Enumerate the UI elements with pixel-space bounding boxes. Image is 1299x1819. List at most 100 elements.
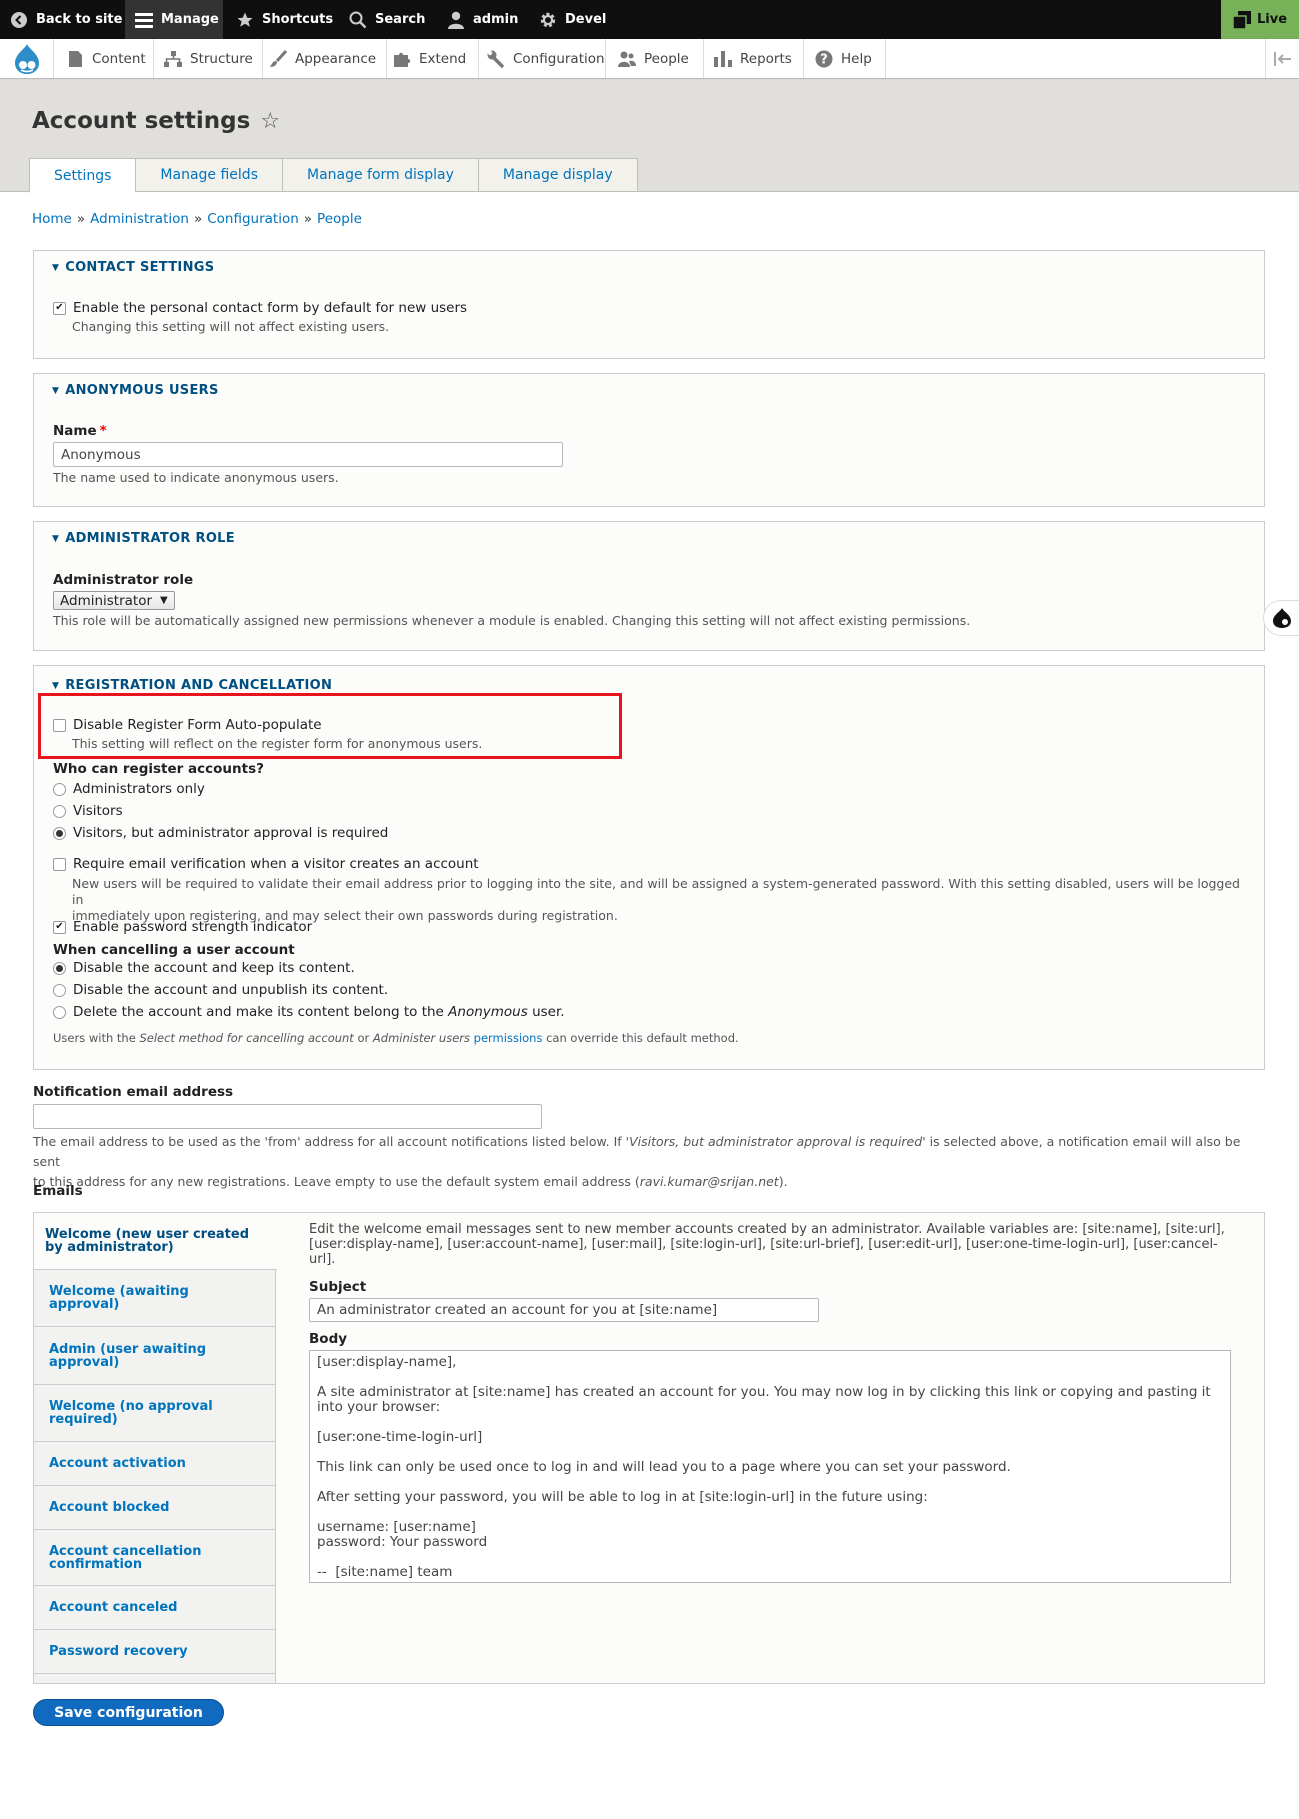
wrench-icon [487, 50, 505, 68]
side-drupal-drop-icon[interactable] [1263, 600, 1299, 636]
tray-item-appearance[interactable]: Appearance [263, 39, 387, 78]
search-label: Search [375, 12, 426, 27]
shortcuts-toggle[interactable]: Shortcuts [236, 0, 333, 39]
register-option-visitors-approval[interactable]: Visitors, but administrator approval is … [53, 825, 388, 841]
email-intro-description: Edit the welcome email messages sent to … [309, 1222, 1225, 1267]
cancel-desc-or: or [357, 1031, 370, 1045]
user-toggle[interactable]: admin [447, 0, 518, 39]
notification-email-input[interactable] [33, 1104, 542, 1129]
live-workspace-button[interactable]: Live [1221, 0, 1299, 39]
email-pane: Edit the welcome email messages sent to … [309, 1222, 1244, 1267]
cancel-method-description: Users with the Select method for cancell… [53, 1031, 739, 1045]
email-verification-description: New users will be required to validate t… [72, 876, 1252, 924]
shortcuts-label: Shortcuts [262, 12, 334, 27]
cancel-option-reassign[interactable]: Delete the account and make its content … [53, 1004, 565, 1020]
tab-manage-form-display[interactable]: Manage form display [281, 158, 478, 192]
tray-item-help[interactable]: ? Help [804, 39, 886, 78]
tray-item-label: Reports [740, 50, 792, 67]
notification-email-description: The email address to be used as the 'fro… [33, 1132, 1268, 1192]
cancel-radio[interactable] [53, 983, 66, 997]
breadcrumb: Home» Administration» Configuration» People [32, 211, 362, 227]
email-verification-label: Require email verification when a visito… [73, 856, 479, 872]
tray-item-reports[interactable]: Reports [704, 39, 804, 78]
drupal-logo-icon[interactable] [0, 39, 54, 78]
tray-item-label: Structure [190, 50, 253, 67]
cancel-option-block[interactable]: Disable the account and keep its content… [53, 960, 355, 976]
permissions-link[interactable]: permissions [474, 1031, 543, 1045]
email-subject-label: Subject [309, 1279, 367, 1295]
administrator-role-select[interactable]: Administrator ▼ [53, 591, 175, 610]
tray-orientation-toggle[interactable] [1265, 39, 1299, 78]
devel-label: Devel [565, 12, 607, 27]
email-tab-account-activation[interactable]: Account activation [34, 1442, 276, 1486]
administrator-role-fieldset: Administrator role Administrator role Ad… [33, 521, 1265, 651]
save-configuration-button[interactable]: Save configuration [33, 1699, 224, 1726]
breadcrumb-configuration[interactable]: Configuration [207, 211, 299, 227]
contact-settings-legend[interactable]: Contact settings [52, 260, 214, 275]
breadcrumb-home[interactable]: Home [32, 211, 72, 227]
tray-item-configuration[interactable]: Configuration [479, 39, 606, 78]
tab-manage-fields[interactable]: Manage fields [135, 158, 282, 192]
register-option-label: Visitors, but administrator approval is … [73, 825, 389, 841]
tray-item-label: Help [841, 50, 872, 67]
tab-settings[interactable]: Settings [29, 158, 136, 193]
tray-item-label: People [644, 50, 689, 67]
email-subject-input[interactable] [309, 1298, 819, 1322]
anonymous-name-input[interactable] [53, 442, 563, 467]
email-body-textarea[interactable]: [user:display-name], A site administrato… [309, 1350, 1231, 1583]
cancel-method-label: When cancelling a user account [53, 942, 295, 958]
email-tab-welcome-no-approval[interactable]: Welcome (no approval required) [34, 1385, 276, 1442]
email-verification-checkbox[interactable] [53, 857, 66, 871]
admin-menu-tray: Content Structure Appearance Extend Conf… [0, 39, 1299, 79]
tray-item-label: Appearance [295, 50, 377, 67]
workspace-icon [1232, 10, 1251, 29]
email-body-label: Body [309, 1331, 348, 1347]
devel-toggle[interactable]: Devel [539, 0, 606, 39]
registration-legend[interactable]: Registration and cancellation [52, 678, 332, 693]
back-to-site-link[interactable]: Back to site [10, 0, 122, 39]
bar-chart-icon [714, 50, 732, 68]
search-toggle[interactable]: Search [349, 0, 425, 39]
shortcut-star-icon[interactable]: ☆ [260, 109, 280, 134]
breadcrumb-people[interactable]: People [317, 211, 362, 227]
emails-label: Emails [33, 1183, 83, 1199]
menu-hamburger-icon [135, 11, 153, 29]
email-tab-account-blocked[interactable]: Account blocked [34, 1486, 276, 1530]
email-tab-welcome-awaiting-approval[interactable]: Welcome (awaiting approval) [34, 1270, 276, 1327]
cancel-radio-selected[interactable] [53, 961, 66, 975]
email-tab-password-recovery[interactable]: Password recovery [34, 1630, 276, 1674]
primary-tabs: Settings Manage fields Manage form displ… [29, 158, 638, 193]
register-radio[interactable] [53, 804, 66, 818]
register-option-label: Visitors [73, 803, 123, 819]
cancel-option-unpublish[interactable]: Disable the account and unpublish its co… [53, 982, 388, 998]
user-icon [447, 11, 465, 29]
contact-form-checkbox[interactable]: ✔ [53, 301, 66, 315]
tray-item-content[interactable]: Content [54, 39, 154, 78]
manage-toggle[interactable]: Manage [125, 0, 223, 39]
tray-item-structure[interactable]: Structure [154, 39, 263, 78]
tray-item-people[interactable]: People [606, 39, 704, 78]
email-tab-cancellation-confirmation[interactable]: Account cancellation confirmation [34, 1530, 276, 1586]
contact-form-description: Changing this setting will not affect ex… [72, 319, 390, 334]
tray-item-extend[interactable]: Extend [387, 39, 479, 78]
page-title: Account settings ☆ [32, 108, 280, 134]
register-option-admins[interactable]: Administrators only [53, 781, 205, 797]
emails-tab-menu: Welcome (new user created by administrat… [34, 1213, 277, 1683]
register-option-visitors[interactable]: Visitors [53, 803, 123, 819]
email-tab-admin-awaiting-approval[interactable]: Admin (user awaiting approval) [34, 1327, 276, 1385]
anonymous-users-legend[interactable]: Anonymous users [52, 383, 219, 398]
cancel-radio[interactable] [53, 1005, 66, 1019]
notification-desc-line2: to this address for any new registration… [33, 1172, 1268, 1192]
breadcrumb-administration[interactable]: Administration [90, 211, 189, 227]
cancel-desc-text-end: can override this default method. [546, 1031, 739, 1045]
cancel-opt3-anonymous: Anonymous [448, 1004, 528, 1020]
email-tab-account-canceled[interactable]: Account canceled [34, 1586, 276, 1630]
password-strength-checkbox[interactable]: ✔ [53, 920, 66, 934]
register-radio[interactable] [53, 782, 66, 796]
register-radio-selected[interactable] [53, 826, 66, 840]
admin-toolbar: Back to site Manage Shortcuts Search adm… [0, 0, 1299, 39]
administrator-role-legend[interactable]: Administrator role [52, 531, 235, 546]
tab-manage-display[interactable]: Manage display [477, 158, 638, 192]
email-tab-welcome-admin-created[interactable]: Welcome (new user created by administrat… [34, 1213, 277, 1270]
email-verification-desc-line1: New users will be required to validate t… [72, 876, 1240, 907]
